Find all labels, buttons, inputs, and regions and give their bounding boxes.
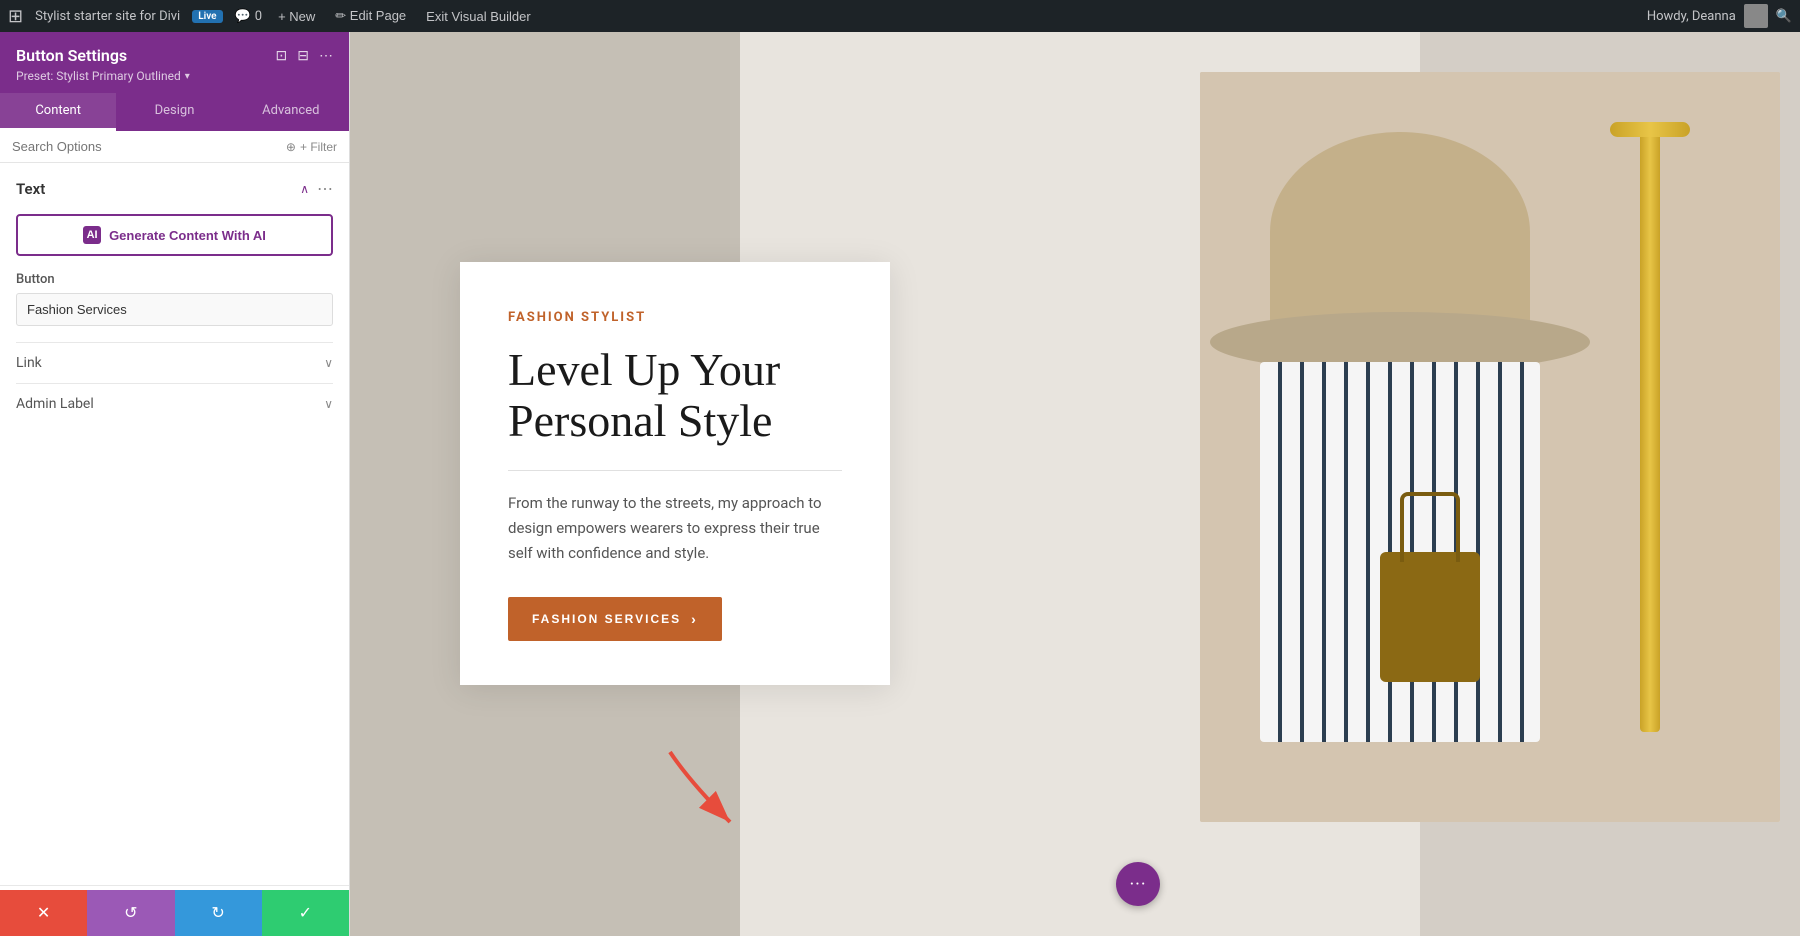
- comment-count: 💬 0: [235, 9, 263, 24]
- preset-label[interactable]: Preset: Stylist Primary Outlined ▾: [16, 69, 333, 83]
- admin-bar-right: Howdy, Deanna 🔍: [1647, 4, 1792, 28]
- sidebar-title-row: Button Settings ⊡ ⊟ ⋯: [16, 46, 333, 65]
- link-accordion: Link ∨: [16, 342, 333, 383]
- cancel-icon: ✕: [37, 903, 50, 923]
- fashion-photo-inner: [1200, 72, 1780, 822]
- panel-title: Button Settings: [16, 46, 127, 65]
- bag: [1380, 552, 1480, 682]
- more-icon[interactable]: ⋯: [319, 48, 333, 64]
- sidebar-tabs: Content Design Advanced: [0, 93, 349, 131]
- admin-label-accordion-header[interactable]: Admin Label ∨: [16, 396, 333, 412]
- undo-button[interactable]: ↺: [87, 890, 174, 936]
- link-chevron-icon: ∨: [324, 356, 333, 370]
- save-icon: ✓: [299, 903, 312, 923]
- preset-arrow-icon: ▾: [185, 71, 190, 82]
- search-icon[interactable]: 🔍: [1776, 9, 1792, 24]
- bag-strap: [1400, 492, 1460, 562]
- button-text-input[interactable]: [16, 293, 333, 326]
- sidebar-header: Button Settings ⊡ ⊟ ⋯ Preset: Stylist Pr…: [0, 32, 349, 93]
- new-button[interactable]: + New: [274, 7, 319, 26]
- admin-label-chevron-icon: ∨: [324, 397, 333, 411]
- wordpress-logo-icon[interactable]: ⊞: [8, 6, 23, 27]
- undo-icon: ↺: [124, 903, 137, 923]
- search-bar: ⊕ + Filter: [0, 131, 349, 163]
- text-section-title: Text: [16, 180, 45, 198]
- hat-shape: [1240, 92, 1560, 372]
- section-controls: ∧ ⋯: [300, 179, 333, 198]
- button-field: Button: [16, 272, 333, 342]
- main-layout: Button Settings ⊡ ⊟ ⋯ Preset: Stylist Pr…: [0, 32, 1800, 936]
- link-accordion-title: Link: [16, 355, 42, 371]
- generate-ai-button[interactable]: AI Generate Content With AI: [16, 214, 333, 256]
- cancel-button[interactable]: ✕: [0, 890, 87, 936]
- search-input[interactable]: [12, 139, 280, 154]
- link-accordion-header[interactable]: Link ∨: [16, 355, 333, 371]
- admin-bar: ⊞ Stylist starter site for Divi Live 💬 0…: [0, 0, 1800, 32]
- floating-menu-button[interactable]: ···: [1116, 862, 1160, 906]
- filter-icon: ⊕: [286, 140, 296, 154]
- text-section-header: Text ∧ ⋯: [16, 175, 333, 202]
- hero-button-arrow-icon: ›: [691, 611, 698, 627]
- admin-bar-left: ⊞ Stylist starter site for Divi Live 💬 0…: [8, 6, 1631, 27]
- clothing-rack-top: [1610, 122, 1690, 137]
- admin-label-accordion: Admin Label ∨: [16, 383, 333, 424]
- hero-description: From the runway to the streets, my appro…: [508, 491, 842, 565]
- tab-design[interactable]: Design: [116, 93, 232, 131]
- hero-divider: [508, 470, 842, 471]
- clothing-rack: [1640, 132, 1660, 732]
- ai-icon: AI: [83, 226, 101, 244]
- admin-label-title: Admin Label: [16, 396, 94, 412]
- columns-icon[interactable]: ⊟: [297, 48, 309, 64]
- comment-icon: 💬: [235, 9, 251, 24]
- filter-button[interactable]: ⊕ + Filter: [286, 140, 337, 154]
- fashion-photo: [1200, 72, 1780, 822]
- sidebar-content: Text ∧ ⋯ AI Generate Content With AI But…: [0, 163, 349, 885]
- site-name[interactable]: Stylist starter site for Divi: [35, 9, 180, 24]
- save-button[interactable]: ✓: [262, 890, 349, 936]
- sidebar-header-icons: ⊡ ⊟ ⋯: [276, 48, 333, 64]
- hero-card: FASHION STYLIST Level Up YourPersonal St…: [460, 262, 890, 685]
- redo-icon: ↻: [211, 903, 224, 923]
- tab-content[interactable]: Content: [0, 93, 116, 131]
- hat-crown: [1270, 132, 1530, 332]
- preset-text: Preset: Stylist Primary Outlined: [16, 69, 181, 83]
- bottom-bar: ✕ ↺ ↻ ✓: [0, 890, 349, 936]
- edit-page-button[interactable]: ✏ Edit Page: [331, 6, 410, 26]
- hero-cta-button[interactable]: FASHION SERVICES ›: [508, 597, 722, 641]
- hero-button-label: FASHION SERVICES: [532, 612, 681, 626]
- button-field-label: Button: [16, 272, 333, 287]
- hero-category: FASHION STYLIST: [508, 310, 842, 325]
- avatar: [1744, 4, 1768, 28]
- exit-visual-builder-button[interactable]: Exit Visual Builder: [422, 7, 535, 26]
- striped-shirt: [1260, 362, 1540, 742]
- redo-button[interactable]: ↻: [175, 890, 262, 936]
- text-section-more-icon[interactable]: ⋯: [317, 179, 333, 198]
- howdy-text: Howdy, Deanna: [1647, 9, 1736, 24]
- floating-menu-icon: ···: [1129, 874, 1146, 895]
- page-content: FASHION STYLIST Level Up YourPersonal St…: [350, 32, 1800, 936]
- collapse-icon[interactable]: ∧: [300, 182, 309, 196]
- live-badge: Live: [192, 10, 222, 23]
- hero-title: Level Up YourPersonal Style: [508, 345, 842, 446]
- sidebar: Button Settings ⊡ ⊟ ⋯ Preset: Stylist Pr…: [0, 32, 350, 936]
- view-icon[interactable]: ⊡: [276, 48, 288, 64]
- tab-advanced[interactable]: Advanced: [233, 93, 349, 131]
